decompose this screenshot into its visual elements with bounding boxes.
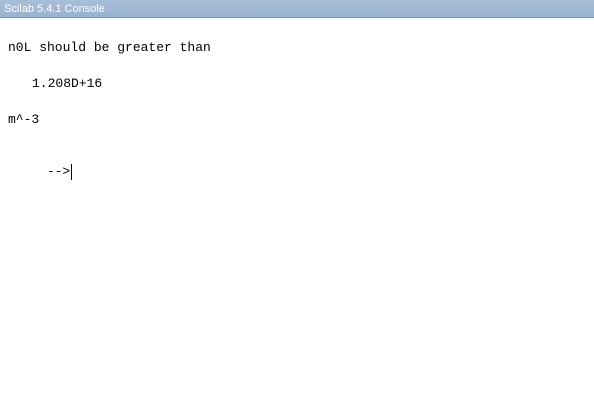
- scilab-console-window: Scilab 5.4.1 Console n0L should be great…: [0, 0, 594, 420]
- command-prompt: -->: [46, 164, 71, 179]
- console-output-line: 1.208D+16: [32, 76, 103, 91]
- window-title: Scilab 5.4.1 Console: [4, 3, 105, 15]
- console-output-line: n0L should be greater than: [8, 40, 211, 55]
- console-output-line: m^-3: [8, 112, 40, 127]
- text-cursor: [71, 164, 73, 180]
- command-prompt-row[interactable]: -->: [0, 148, 73, 180]
- console-output-area[interactable]: n0L should be greater than 1.208D+16 m^-…: [0, 18, 594, 420]
- title-bar: Scilab 5.4.1 Console: [0, 0, 594, 18]
